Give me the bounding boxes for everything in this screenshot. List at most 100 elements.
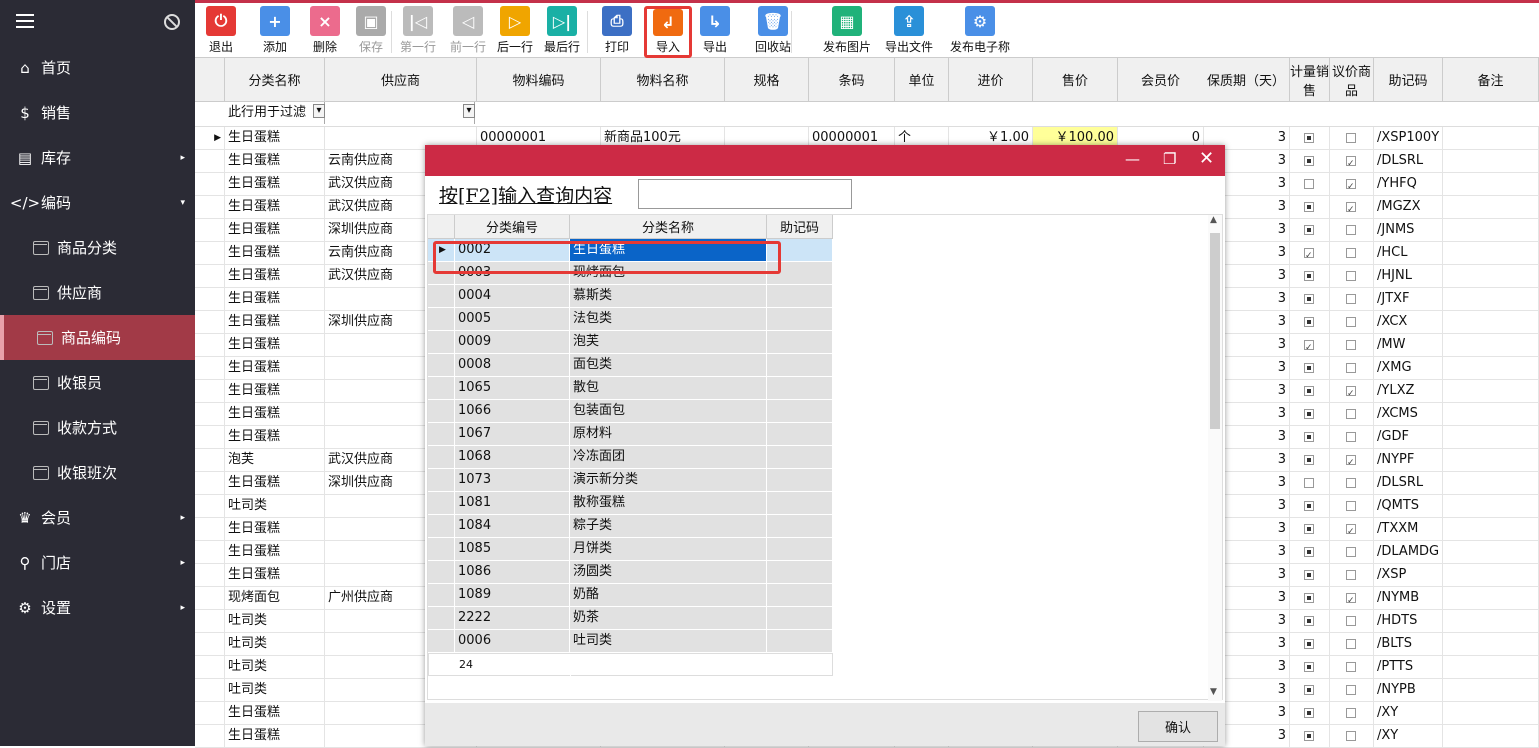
column-header[interactable]: 议价商品 (1330, 58, 1374, 102)
row-indicator[interactable] (195, 196, 225, 218)
row-indicator[interactable] (428, 584, 455, 606)
row-indicator[interactable]: ▶ (195, 127, 225, 149)
checkbox[interactable] (1304, 685, 1314, 695)
checkbox[interactable] (1346, 590, 1356, 609)
checkbox[interactable] (1346, 708, 1356, 718)
row-indicator[interactable] (428, 515, 455, 537)
checkbox[interactable] (1346, 153, 1356, 172)
checkbox[interactable] (1304, 156, 1314, 166)
toolbar-button-13[interactable]: ⇪ 导出文件 (878, 6, 940, 58)
checkbox[interactable] (1304, 179, 1314, 189)
row-indicator[interactable] (428, 354, 455, 376)
checkbox[interactable] (1304, 662, 1314, 672)
checkbox[interactable] (1304, 593, 1314, 603)
dialog-column-header[interactable]: 分类编号 (455, 215, 570, 239)
checkbox[interactable] (1346, 616, 1356, 626)
dialog-column-header[interactable]: 分类名称 (570, 215, 767, 239)
row-indicator[interactable] (195, 334, 225, 356)
column-header[interactable]: 物料名称 (601, 58, 725, 102)
sidebar-item[interactable]: </> 编码 ▾ (0, 180, 195, 225)
checkbox[interactable] (1346, 340, 1356, 350)
column-header[interactable]: 规格 (725, 58, 809, 102)
row-indicator[interactable] (195, 541, 225, 563)
checkbox[interactable] (1304, 708, 1314, 718)
row-indicator[interactable] (195, 518, 225, 540)
toolbar-button-9[interactable]: ↲ 导入 (644, 6, 692, 58)
dialog-scrollbar[interactable]: ▲ ▼ (1208, 215, 1222, 701)
toolbar-button-0[interactable]: ⏻ 退出 (203, 6, 239, 58)
row-indicator[interactable] (428, 331, 455, 353)
checkbox[interactable] (1304, 317, 1314, 327)
row-indicator[interactable] (428, 308, 455, 330)
sidebar-item[interactable]: ⌂ 首页 (0, 45, 195, 90)
row-indicator[interactable] (195, 311, 225, 333)
dialog-list-item[interactable]: 1073 演示新分类 (428, 469, 833, 492)
dialog-list-item[interactable]: 1065 散包 (428, 377, 833, 400)
close-icon[interactable]: ✕ (1199, 148, 1214, 169)
checkbox[interactable] (1346, 248, 1356, 258)
confirm-button[interactable]: 确认 (1138, 711, 1218, 742)
dialog-list-item[interactable]: 0005 法包类 (428, 308, 833, 331)
checkbox[interactable] (1304, 337, 1314, 356)
sidebar-item[interactable]: ▤ 库存 ▸ (0, 135, 195, 180)
column-header[interactable]: 售价 (1033, 58, 1118, 102)
dialog-list-item[interactable]: 2222 奶茶 (428, 607, 833, 630)
checkbox[interactable] (1304, 432, 1314, 442)
dialog-list-item[interactable]: 0006 吐司类 (428, 630, 833, 653)
row-indicator[interactable] (195, 150, 225, 172)
sidebar-item[interactable]: ⚙ 设置 ▸ (0, 585, 195, 630)
checkbox[interactable] (1346, 225, 1356, 235)
row-indicator[interactable] (195, 242, 225, 264)
row-indicator[interactable] (195, 173, 225, 195)
dialog-list-item[interactable]: 1084 粽子类 (428, 515, 833, 538)
checkbox[interactable] (1304, 363, 1314, 373)
checkbox[interactable] (1346, 570, 1356, 580)
supplier-filter-select[interactable] (325, 102, 475, 124)
column-header[interactable]: 保质期（天） (1203, 58, 1290, 102)
sidebar-item[interactable]: ♛ 会员 ▸ (0, 495, 195, 540)
sidebar-item[interactable]: 供应商 (0, 270, 195, 315)
checkbox[interactable] (1346, 521, 1356, 540)
column-header[interactable]: 分类名称 (225, 58, 325, 102)
checkbox[interactable] (1304, 202, 1314, 212)
toolbar-button-14[interactable]: ⚙ 发布电子称 (943, 6, 1017, 58)
checkbox[interactable] (1304, 386, 1314, 396)
category-filter-select[interactable]: 此行用于过滤 (225, 102, 325, 124)
checkbox[interactable] (1304, 294, 1314, 304)
dialog-list-item[interactable]: 0004 慕斯类 (428, 285, 833, 308)
toolbar-button-8[interactable]: ⎙ 打印 (599, 6, 635, 58)
dialog-list-item[interactable]: 1066 包装面包 (428, 400, 833, 423)
dialog-list-item[interactable]: 1068 冷冻面团 (428, 446, 833, 469)
row-indicator[interactable] (195, 564, 225, 586)
sidebar-item[interactable]: 商品分类 (0, 225, 195, 270)
toolbar-button-10[interactable]: ↳ 导出 (697, 6, 733, 58)
row-indicator[interactable] (428, 538, 455, 560)
dialog-list-item[interactable]: 1067 原材料 (428, 423, 833, 446)
row-indicator[interactable] (428, 377, 455, 399)
row-indicator[interactable] (428, 446, 455, 468)
checkbox[interactable] (1304, 731, 1314, 741)
dialog-list-item[interactable]: 1081 散称蛋糕 (428, 492, 833, 515)
column-header[interactable]: 助记码 (1374, 58, 1443, 102)
row-indicator[interactable] (195, 403, 225, 425)
checkbox[interactable] (1304, 501, 1314, 511)
column-header[interactable]: 供应商 (325, 58, 477, 102)
checkbox[interactable] (1304, 616, 1314, 626)
checkbox[interactable] (1304, 478, 1314, 488)
checkbox[interactable] (1304, 639, 1314, 649)
row-indicator[interactable] (195, 610, 225, 632)
checkbox[interactable] (1346, 731, 1356, 741)
row-indicator[interactable] (428, 469, 455, 491)
checkbox[interactable] (1346, 547, 1356, 557)
sidebar-item[interactable]: $ 销售 (0, 90, 195, 135)
row-indicator[interactable] (195, 380, 225, 402)
row-indicator[interactable] (428, 607, 455, 629)
row-indicator[interactable] (195, 633, 225, 655)
menu-icon[interactable] (16, 14, 34, 28)
checkbox[interactable] (1304, 547, 1314, 557)
row-indicator[interactable] (428, 630, 455, 652)
scroll-thumb[interactable] (1210, 233, 1220, 429)
row-indicator[interactable] (195, 219, 225, 241)
row-indicator[interactable] (195, 725, 225, 747)
checkbox[interactable] (1346, 363, 1356, 373)
